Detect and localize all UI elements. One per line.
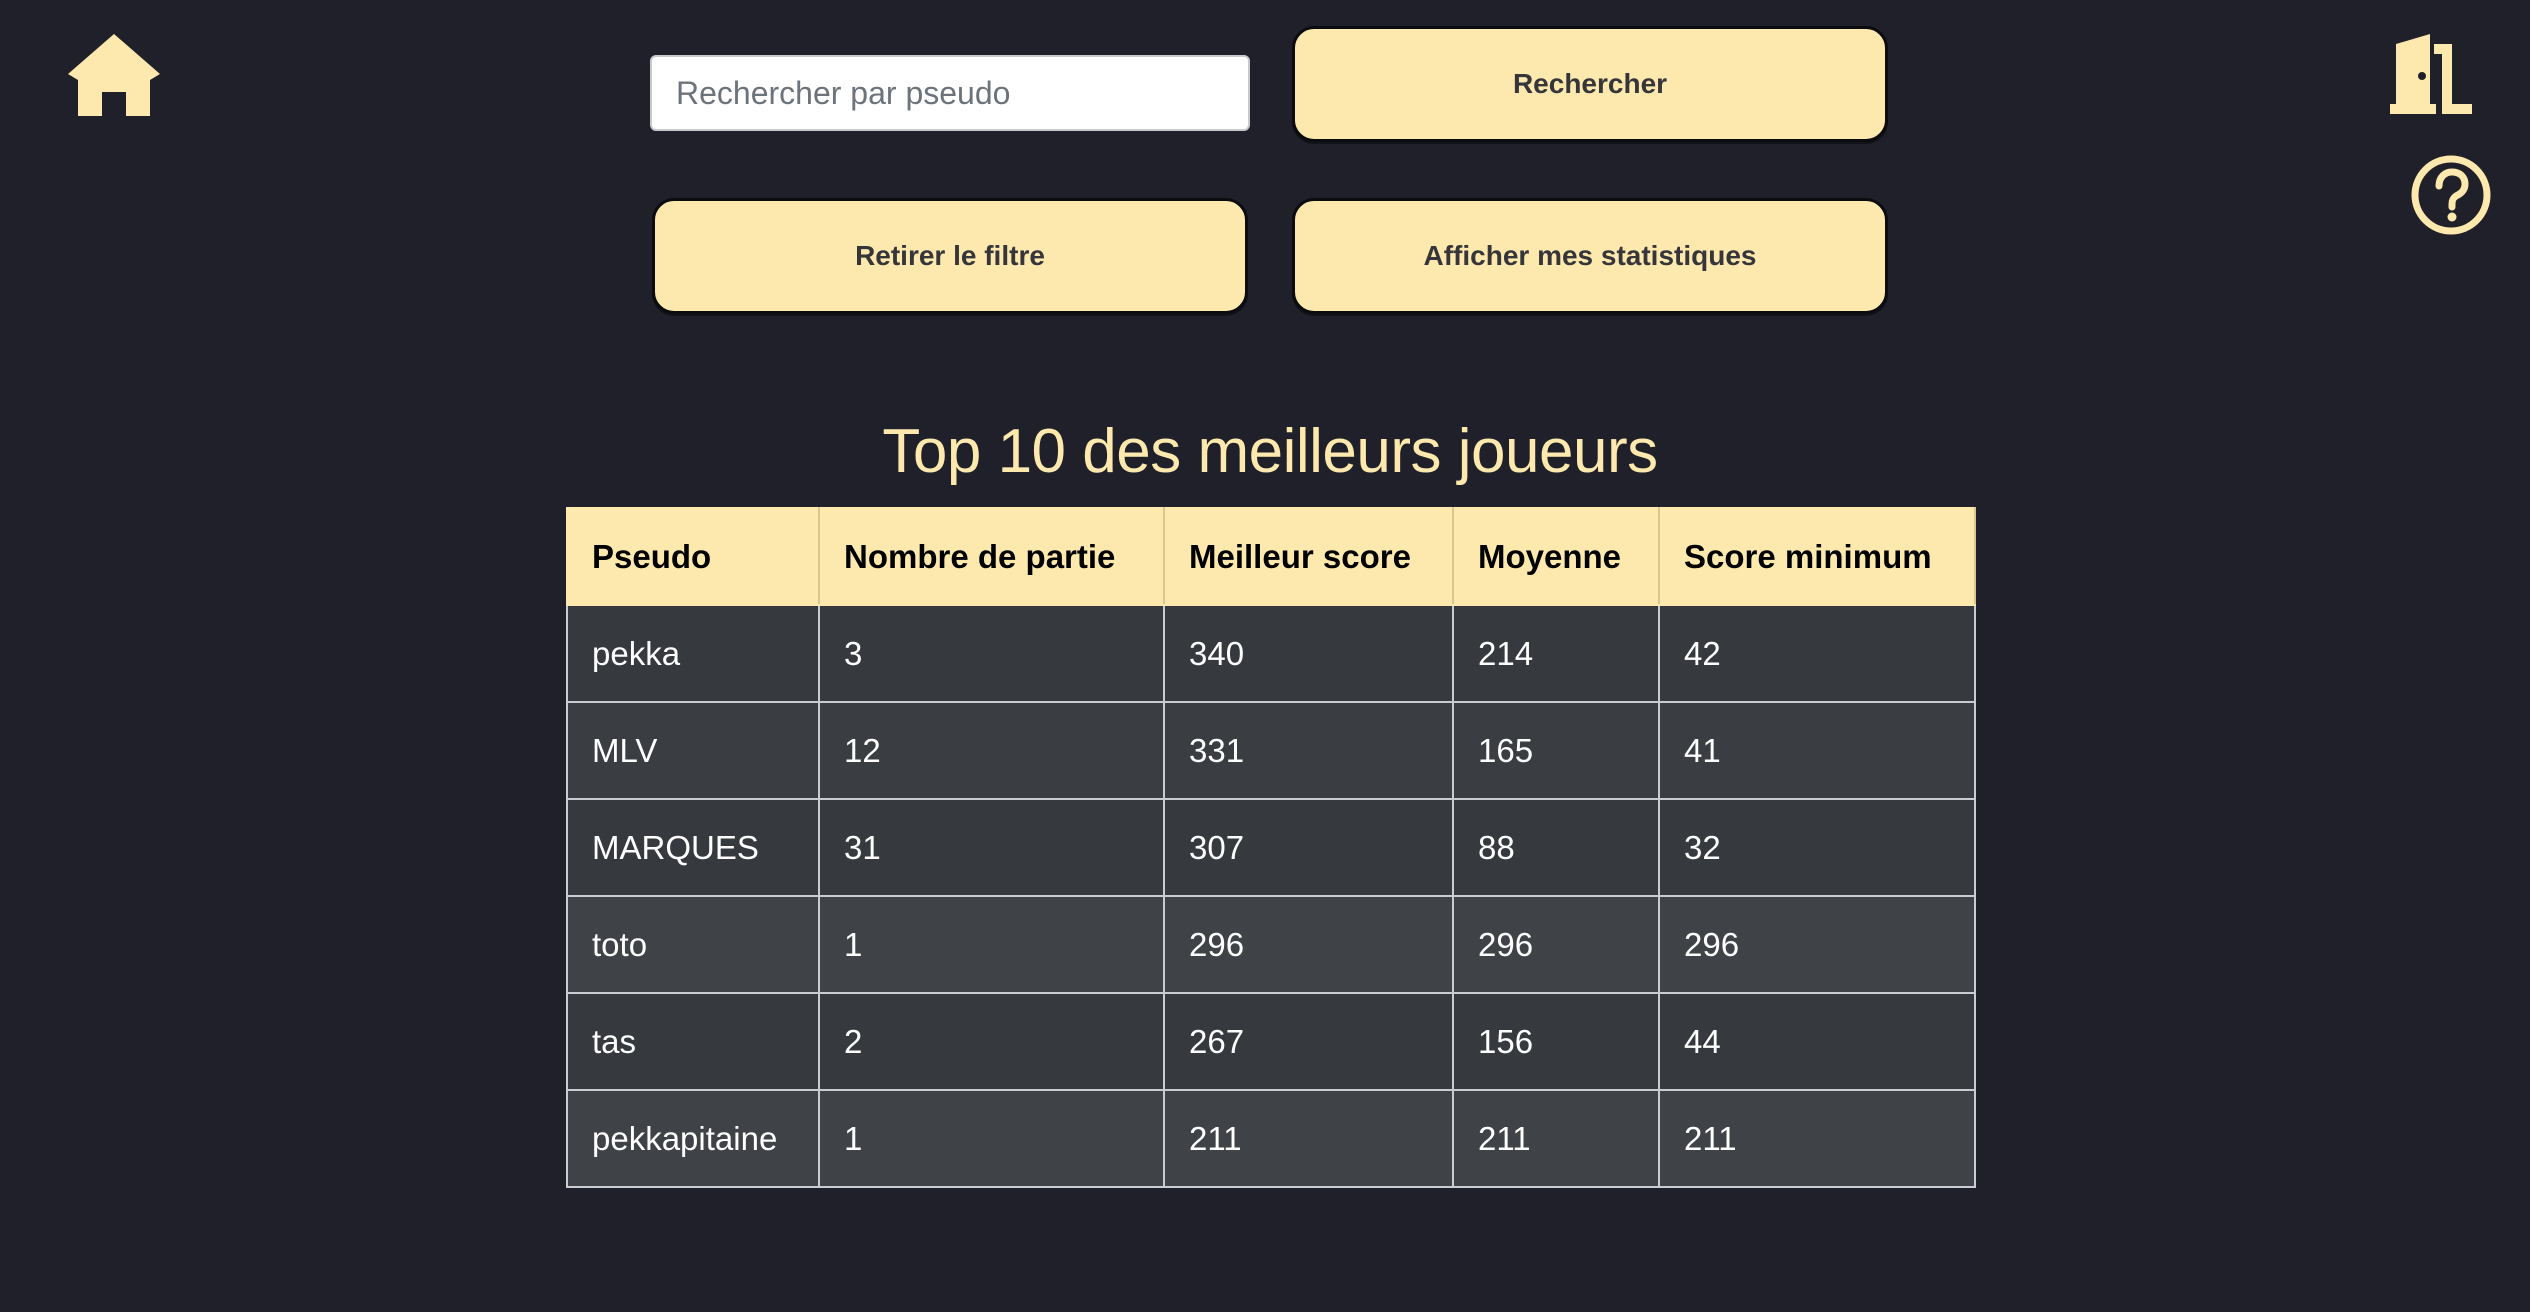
cell-average: 165 (1452, 701, 1660, 800)
cell-pseudo: tas (566, 992, 820, 1091)
cell-pseudo: MARQUES (566, 798, 820, 897)
cell-min-score: 211 (1658, 1089, 1976, 1188)
cell-average: 296 (1452, 895, 1660, 994)
cell-best-score: 331 (1163, 701, 1454, 800)
cell-best-score: 307 (1163, 798, 1454, 897)
cell-pseudo: pekkapitaine (566, 1089, 820, 1188)
my-stats-button[interactable]: Afficher mes statistiques (1292, 198, 1888, 314)
cell-min-score: 41 (1658, 701, 1976, 800)
table-header-row: Pseudo Nombre de partie Meilleur score M… (566, 507, 1976, 606)
cell-min-score: 296 (1658, 895, 1976, 994)
search-input[interactable] (650, 55, 1250, 131)
column-header-games: Nombre de partie (818, 507, 1165, 606)
cell-games: 3 (818, 604, 1165, 703)
table-row: toto 1 296 296 296 (566, 895, 1976, 994)
leaderboard-title: Top 10 des meilleurs joueurs (882, 417, 1658, 486)
cell-games: 1 (818, 1089, 1165, 1188)
column-header-pseudo: Pseudo (566, 507, 820, 606)
column-header-average: Moyenne (1452, 507, 1660, 606)
table-row: tas 2 267 156 44 (566, 992, 1976, 1091)
table-row: MARQUES 31 307 88 32 (566, 798, 1976, 897)
cell-best-score: 267 (1163, 992, 1454, 1091)
home-icon[interactable] (66, 32, 162, 118)
column-header-min-score: Score minimum (1658, 507, 1976, 606)
cell-games: 1 (818, 895, 1165, 994)
cell-min-score: 44 (1658, 992, 1976, 1091)
clear-filter-button[interactable]: Retirer le filtre (652, 198, 1248, 314)
question-circle-icon[interactable] (2410, 154, 2492, 236)
search-button[interactable]: Rechercher (1292, 26, 1888, 142)
column-header-best-score: Meilleur score (1163, 507, 1454, 606)
leaderboard-table: Pseudo Nombre de partie Meilleur score M… (566, 507, 1976, 1188)
cell-pseudo: toto (566, 895, 820, 994)
cell-games: 31 (818, 798, 1165, 897)
cell-average: 88 (1452, 798, 1660, 897)
cell-games: 2 (818, 992, 1165, 1091)
cell-pseudo: pekka (566, 604, 820, 703)
cell-min-score: 42 (1658, 604, 1976, 703)
cell-best-score: 296 (1163, 895, 1454, 994)
table-row: MLV 12 331 165 41 (566, 701, 1976, 800)
cell-games: 12 (818, 701, 1165, 800)
door-exit-icon[interactable] (2388, 32, 2480, 116)
cell-average: 156 (1452, 992, 1660, 1091)
cell-pseudo: MLV (566, 701, 820, 800)
table-row: pekka 3 340 214 42 (566, 604, 1976, 703)
cell-min-score: 32 (1658, 798, 1976, 897)
cell-best-score: 211 (1163, 1089, 1454, 1188)
cell-average: 211 (1452, 1089, 1660, 1188)
table-row: pekkapitaine 1 211 211 211 (566, 1089, 1976, 1188)
cell-average: 214 (1452, 604, 1660, 703)
cell-best-score: 340 (1163, 604, 1454, 703)
